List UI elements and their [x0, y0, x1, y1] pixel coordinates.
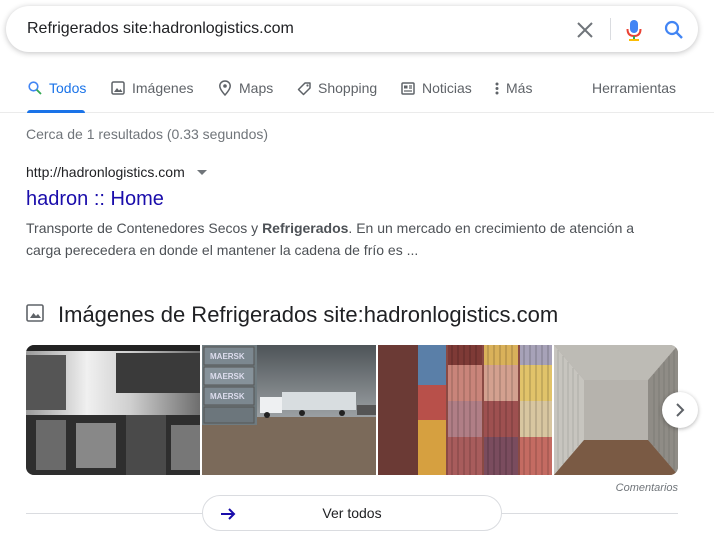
thumbnail-brand-text: MAERSK	[210, 372, 245, 381]
tab-imagenes[interactable]: Imágenes	[110, 80, 193, 96]
tab-noticias[interactable]: Noticias	[400, 80, 472, 96]
tab-label: Maps	[239, 80, 274, 96]
result-url-text: http://hadronlogistics.com	[26, 164, 185, 180]
tab-todos[interactable]: Todos	[27, 80, 86, 96]
tab-label: Noticias	[422, 80, 472, 96]
snippet-highlight: Refrigerados	[262, 220, 349, 236]
search-icon	[27, 80, 43, 96]
tag-icon	[296, 80, 312, 96]
snippet-text: Transporte de Contenedores Secos y	[26, 220, 263, 236]
chevron-right-icon	[676, 403, 685, 417]
active-tab-indicator	[27, 110, 85, 113]
tab-label: Más	[506, 80, 533, 96]
thumbnail-brand-text: MAERSK	[210, 352, 245, 361]
microphone-icon[interactable]	[623, 19, 645, 41]
images-section-title: Imágenes de Refrigerados site:hadronlogi…	[58, 302, 559, 327]
result-snippet: Transporte de Contenedores Secos y Refri…	[26, 217, 636, 261]
search-input[interactable]	[27, 18, 547, 40]
more-vert-icon	[494, 80, 500, 96]
image-thumbnail[interactable]	[26, 345, 200, 475]
result-title-link[interactable]: hadron :: Home	[26, 188, 164, 211]
tab-label: Shopping	[318, 80, 378, 96]
search-box[interactable]	[6, 6, 698, 52]
tab-bar: Todos Imágenes Maps Shopping Noticias Má…	[0, 66, 714, 113]
image-carousel: MAERSK MAERSK MAERSK	[26, 345, 678, 475]
result-stats: Cerca de 1 resultados (0.33 segundos)	[26, 126, 269, 142]
image-thumbnail[interactable]: MAERSK MAERSK MAERSK	[202, 345, 376, 475]
map-pin-icon	[217, 80, 233, 96]
tab-label: Todos	[49, 80, 87, 96]
image-thumbnail[interactable]	[378, 345, 552, 475]
result-url[interactable]: http://hadronlogistics.com	[26, 164, 207, 180]
search-divider	[610, 18, 611, 40]
arrow-right-icon	[221, 508, 236, 520]
tab-mas[interactable]: Más	[494, 80, 532, 96]
tab-shopping[interactable]: Shopping	[296, 80, 377, 96]
image-thumbnail[interactable]	[554, 345, 678, 475]
search-icon[interactable]	[663, 19, 685, 41]
close-icon[interactable]	[574, 19, 596, 41]
feedback-link[interactable]: Comentarios	[616, 482, 678, 494]
image-icon	[110, 80, 126, 96]
images-section-header: Imágenes de Refrigerados site:hadronlogi…	[26, 302, 558, 328]
tools-label: Herramientas	[592, 80, 677, 96]
news-icon	[400, 80, 416, 96]
thumbnail-brand-text: MAERSK	[210, 392, 245, 401]
tab-maps[interactable]: Maps	[217, 80, 273, 96]
url-menu-caret-icon[interactable]	[196, 169, 207, 175]
tools-button[interactable]: Herramientas	[592, 80, 676, 96]
tab-label: Imágenes	[132, 80, 194, 96]
view-all-button[interactable]: Ver todos	[202, 495, 502, 531]
view-all-label: Ver todos	[322, 505, 382, 521]
image-icon	[26, 303, 44, 327]
carousel-next-button[interactable]	[662, 392, 698, 428]
